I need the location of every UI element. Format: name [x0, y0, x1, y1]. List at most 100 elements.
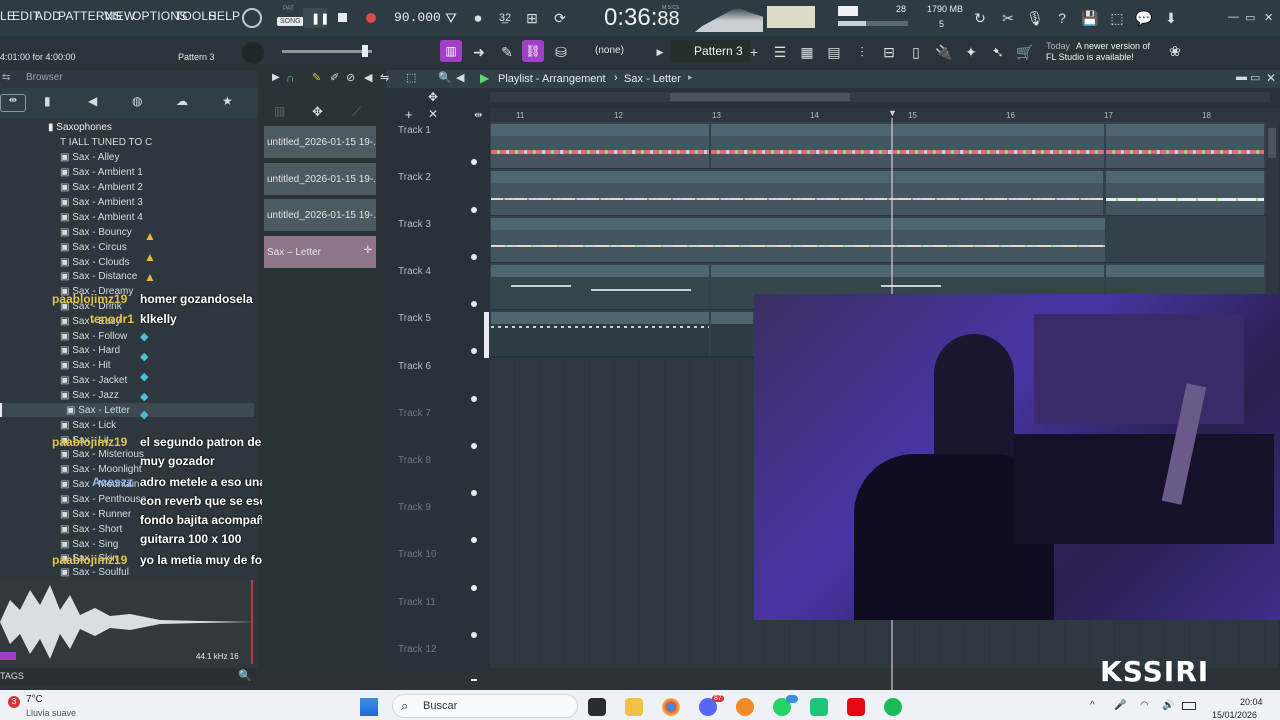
close-icon[interactable]: ✕ — [1264, 11, 1273, 24]
track-mute-dot[interactable] — [471, 490, 477, 496]
track-mute-dot[interactable] — [471, 207, 477, 213]
arrow-right-icon[interactable]: ➜ — [469, 42, 489, 62]
master-knob[interactable] — [242, 8, 262, 28]
download-icon[interactable]: ⬇ — [1161, 8, 1181, 28]
spotify-icon[interactable] — [884, 698, 902, 716]
mic-icon[interactable]: 🎙 — [1025, 8, 1045, 28]
track-mute-dot[interactable] — [471, 443, 477, 449]
track-mute-dot[interactable] — [471, 632, 477, 638]
list-item[interactable]: ▣ Sax - Misterious — [60, 449, 144, 460]
mixer-icon[interactable]: ⫶ — [852, 42, 872, 62]
list-item[interactable]: ▣ Sax - Bouncy — [60, 227, 132, 238]
wifi-icon[interactable]: ◠ — [1140, 700, 1149, 711]
help-icon[interactable]: ? — [1052, 8, 1072, 28]
playback-tool-icon[interactable]: ◀ — [456, 71, 464, 84]
tray-arrow-icon[interactable]: ^ — [1090, 700, 1095, 711]
clock-date[interactable]: 15/01/2026 — [1212, 710, 1257, 720]
folder-icon[interactable] — [625, 698, 643, 716]
list-item[interactable]: ▣ Sax - Hard — [60, 345, 120, 356]
timeline-ruler[interactable]: 11 12 13 14 15 16 17 18 ▼ — [490, 108, 1280, 122]
chat-icon[interactable]: 💬 — [1134, 8, 1154, 28]
file-explorer-icon[interactable] — [588, 698, 606, 716]
track-label[interactable]: Track 2 — [398, 172, 431, 183]
audio-clip[interactable]: untitled_2026-01-15 19-45-41_Insert 2 — [491, 124, 709, 168]
track-mute-dot[interactable] — [471, 396, 477, 402]
track-mute-dot[interactable] — [471, 159, 477, 165]
list-item[interactable]: ▣ Sax - Penthouse — [60, 494, 146, 505]
wait-record-icon[interactable]: ⏺ — [468, 8, 488, 28]
master-volume-slider[interactable] — [282, 45, 372, 57]
select-tool-icon[interactable]: ⬚ — [406, 71, 416, 84]
tab-speaker-icon[interactable]: ◀ — [88, 94, 97, 108]
picker-item[interactable]: untitled_2026-01-15 19-... — [264, 126, 376, 158]
picker-slash-icon[interactable]: ⟋ — [352, 104, 361, 120]
draw-tool-icon[interactable]: ✎ — [312, 71, 321, 84]
browser-folder[interactable]: ▮ Saxophones — [48, 122, 112, 133]
news-line3[interactable]: FL Studio is available! — [1046, 52, 1134, 62]
list-item[interactable]: ▣ Sax - Ambient 3 — [60, 197, 143, 208]
pattern-clip[interactable]: Pattern 3 — [491, 265, 709, 309]
add-track-icon[interactable]: + — [405, 107, 413, 122]
render-icon[interactable]: ⬚ — [1107, 8, 1127, 28]
track-label[interactable]: Track 4 — [398, 266, 431, 277]
track-label[interactable]: Track 5 — [398, 313, 431, 324]
tab-files-icon[interactable]: ▮ — [44, 94, 51, 108]
pause-button[interactable]: ❚❚ — [303, 8, 329, 28]
netflix-icon[interactable] — [847, 698, 865, 716]
audio-clip[interactable]: untitled_2026-01-15 19-48-28_Insert 2 — [491, 218, 1105, 262]
list-item[interactable]: ▣ Sax - Soulful — [60, 567, 129, 578]
battery-icon[interactable] — [1182, 702, 1196, 710]
list-item[interactable]: ▣ Sax - Follow — [60, 331, 127, 342]
track-label[interactable]: Track 10 — [398, 549, 437, 560]
audio-clip[interactable]: untitled_2026-01-...19-47-28_Insert 2 — [1106, 171, 1264, 215]
sample-preview[interactable]: 44.1 kHz 16 — [0, 580, 254, 664]
tab-cloud-icon[interactable]: ☁ — [176, 94, 188, 108]
track-label[interactable]: Track 6 — [398, 361, 431, 372]
zoom-tool-icon[interactable]: 🔍 — [438, 71, 452, 84]
cart-icon[interactable]: 🛒 — [1015, 42, 1035, 62]
track-label[interactable]: Track 12 — [398, 644, 437, 655]
track-scroll-handle[interactable] — [484, 312, 489, 358]
taskbar-search[interactable]: ⌕ Buscar — [392, 694, 578, 718]
stop-button[interactable] — [331, 8, 353, 28]
headphones-icon[interactable]: ∩ — [286, 71, 295, 85]
picker-arrows-icon[interactable]: ✥ — [312, 104, 323, 120]
tag-search-icon[interactable]: 🔍 — [238, 669, 252, 682]
picker-piano-icon[interactable]: ▥ — [274, 104, 285, 118]
track-label[interactable]: Track 7 — [398, 408, 431, 419]
track-label[interactable]: Track 1 — [398, 125, 431, 136]
step-edit-icon[interactable]: ⊞ — [522, 8, 542, 28]
plugin-icon[interactable]: ✂ — [998, 8, 1018, 28]
tab-globe-icon[interactable]: ◍ — [132, 94, 142, 108]
mode-song[interactable]: SONG — [277, 17, 304, 26]
track-mute-dot[interactable] — [471, 254, 477, 260]
list-item[interactable]: ▣ Sax - Runner — [60, 509, 131, 520]
track-mute-dot[interactable] — [471, 537, 477, 543]
track-label[interactable]: Track 9 — [398, 502, 431, 513]
arrow-lr-icon[interactable]: ⇹ — [474, 110, 482, 121]
pattern-clip[interactable]: Pattern — [711, 312, 753, 356]
audio-clip[interactable]: untitled_2026-01-15 19-45-41_Insert 2 — [711, 124, 1104, 168]
list-item[interactable]: ▣ Sax - Sing — [60, 539, 118, 550]
tab-all-icon[interactable]: ⇹ — [0, 94, 26, 112]
plugin-db-icon[interactable]: 🔌 — [934, 42, 954, 62]
menu-help[interactable]: HELP — [208, 9, 240, 23]
list-item[interactable]: ▣ Sax - Jacket — [60, 375, 127, 386]
track-mute-dot[interactable] — [471, 348, 477, 354]
mute-tool-icon[interactable]: ◀ — [364, 71, 372, 84]
record-button[interactable] — [360, 8, 382, 28]
save-icon[interactable]: 💾 — [1080, 8, 1100, 28]
menu-view[interactable]: VIEW — [104, 9, 135, 23]
pl-maximize-icon[interactable]: ▭ — [1250, 71, 1260, 84]
picker-item[interactable]: untitled_2026-01-15 19-... — [264, 163, 376, 195]
maximize-icon[interactable]: ▭ — [1245, 11, 1255, 24]
playlist-button[interactable]: ▥ — [440, 40, 462, 62]
countdown-icon[interactable]: 3̲2 — [495, 8, 515, 28]
paint-tool-icon[interactable]: ✐ — [330, 71, 339, 84]
picker-item[interactable]: Sax – Letter ✛ — [264, 236, 376, 268]
tools-icon[interactable]: ✦ — [961, 42, 981, 62]
app-green-icon[interactable] — [810, 698, 828, 716]
stamp-icon[interactable]: ⛁ — [551, 42, 571, 62]
mode-pat[interactable]: PAT — [283, 6, 294, 12]
pl-minimize-icon[interactable]: ▬ — [1236, 71, 1247, 83]
